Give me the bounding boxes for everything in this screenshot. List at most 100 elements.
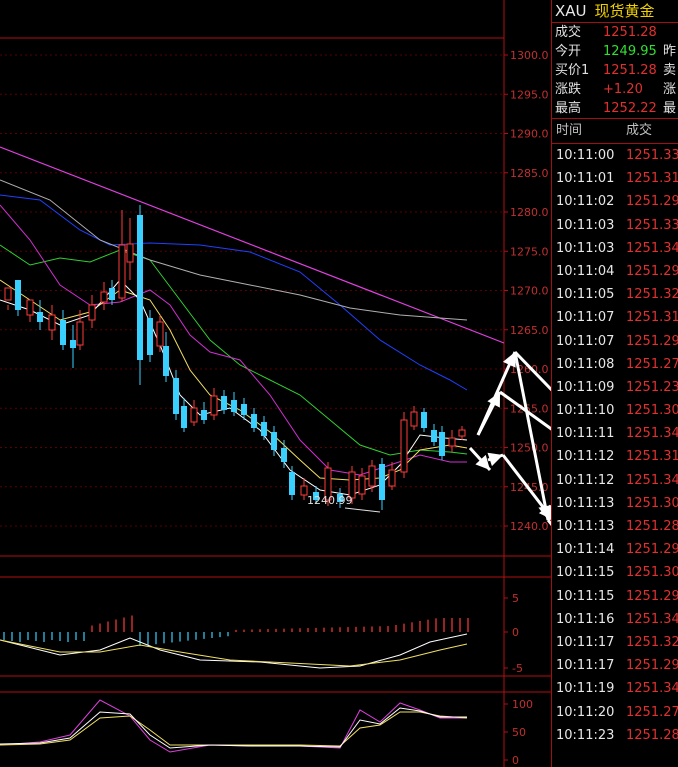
candle-body-up [190, 407, 198, 423]
trade-price: 1251.29 [626, 194, 678, 210]
price-tick-label: 1290.0 [510, 128, 549, 141]
quote-summary: 成交 1251.28 今开 1249.95 昨买价1 1251.28 卖涨跌 +1.20 涨最高… [552, 23, 678, 119]
trade-row[interactable]: 10:11:15 1251.30 [552, 561, 678, 584]
trade-row[interactable]: 10:11:13 1251.30 [552, 492, 678, 515]
trade-price: 1251.34 [626, 426, 678, 442]
trade-row[interactable]: 10:11:12 1251.31 [552, 445, 678, 468]
quote-label-secondary: 昨 [663, 44, 677, 59]
trade-row[interactable]: 10:11:03 1251.33 [552, 214, 678, 237]
trade-row[interactable]: 10:11:14 1251.29 [552, 538, 678, 561]
kdj-tick-label: 0 [512, 754, 519, 767]
candle-body-down [70, 340, 76, 348]
kdj-tick-label: 50 [512, 726, 526, 739]
kline-chart-area[interactable]: 1300.0 1295.0 1290.0 1285.0 1280.0 1275.0 1270… [0, 0, 551, 767]
price-tick-label: 1300.0 [510, 49, 549, 62]
trade-price: 1251.23 [626, 379, 678, 395]
quote-value: 1251.28 [603, 63, 657, 78]
trade-time: 10:11:17 [556, 634, 615, 650]
candle-body-down [439, 432, 445, 456]
quote-label: 今开 [555, 44, 582, 59]
trade-row[interactable]: 10:11:12 1251.34 [552, 469, 678, 492]
trade-row[interactable]: 10:11:15 1251.29 [552, 585, 678, 608]
trade-time: 10:11:10 [556, 403, 615, 419]
trade-price: 1251.29 [626, 658, 678, 674]
trades-list[interactable]: 10:11:00 1251.33 10:11:01 1251.31 10:11:02 12… [552, 144, 678, 747]
trade-time: 10:11:00 [556, 148, 615, 163]
candle-body-up [388, 469, 396, 487]
trade-row[interactable]: 10:11:17 1251.32 [552, 631, 678, 654]
trade-row[interactable]: 10:11:07 1251.29 [552, 330, 678, 353]
kdj-d-line [0, 711, 468, 747]
quote-value: 1251.28 [603, 25, 657, 40]
trade-row[interactable]: 10:11:03 1251.34 [552, 237, 678, 260]
low-marker-line [344, 507, 381, 513]
candle-body-down [431, 430, 437, 442]
trade-price: 1251.27 [626, 356, 678, 372]
trade-price: 1251.33 [626, 148, 678, 163]
candle-body-up [26, 299, 34, 316]
symbol-code: XAU [555, 2, 587, 20]
trade-row[interactable]: 10:11:07 1251.31 [552, 306, 678, 329]
trade-row[interactable]: 10:11:01 1251.31 [552, 167, 678, 190]
candle-body-down [15, 280, 21, 310]
quote-label: 买价1 [555, 63, 590, 78]
trades-header-time: 时间 [556, 123, 583, 138]
trade-time: 10:11:05 [556, 287, 615, 303]
candle-body-up [76, 321, 84, 346]
candle-body-up [100, 291, 108, 303]
trade-row[interactable]: 10:11:05 1251.32 [552, 283, 678, 306]
trend-line [0, 146, 505, 344]
trade-price: 1251.34 [626, 240, 678, 256]
trade-time: 10:11:02 [556, 194, 615, 210]
trade-row[interactable]: 10:11:11 1251.34 [552, 422, 678, 445]
trade-row[interactable]: 10:11:08 1251.27 [552, 353, 678, 376]
trade-row[interactable]: 10:11:02 1251.29 [552, 190, 678, 213]
trade-row[interactable]: 10:11:09 1251.23 [552, 376, 678, 399]
candle-body-up [126, 243, 134, 263]
candle-body-up [156, 321, 164, 347]
candle-body-down [271, 432, 277, 450]
trade-row[interactable]: 10:11:00 1251.33 [552, 144, 678, 167]
trade-row[interactable]: 10:11:10 1251.30 [552, 399, 678, 422]
candle-body-down [163, 346, 169, 376]
price-tick-label: 1295.0 [510, 88, 549, 101]
trade-price: 1251.30 [626, 403, 678, 419]
price-tick-label: 1280.0 [510, 206, 549, 219]
macd-tick-label: 0 [512, 626, 519, 639]
trade-time: 10:11:20 [556, 704, 615, 720]
candle-body-down [231, 400, 237, 412]
trade-time: 10:11:01 [556, 171, 615, 187]
candle-body-up [4, 287, 12, 301]
candle-body-up [88, 304, 96, 321]
candle-body-up [448, 437, 456, 447]
macd-tick-label: 5 [512, 592, 519, 605]
trade-time: 10:11:19 [556, 681, 615, 697]
trade-price: 1251.30 [626, 565, 678, 581]
candle-body-down [241, 404, 247, 415]
quote-value: +1.20 [603, 82, 643, 97]
trade-row[interactable]: 10:11:19 1251.34 [552, 677, 678, 700]
trade-price: 1251.31 [626, 171, 678, 187]
symbol-header: XAU 现货黄金 [552, 0, 678, 23]
trade-time: 10:11:03 [556, 240, 615, 256]
trade-row[interactable]: 10:11:13 1251.28 [552, 515, 678, 538]
kdj-tick-label: 100 [512, 698, 533, 711]
annotation-arrow-head [487, 452, 503, 467]
trade-time: 10:11:08 [556, 356, 615, 372]
trade-price: 1251.32 [626, 634, 678, 650]
kline-chart-canvas[interactable]: 1300.0 1295.0 1290.0 1285.0 1280.0 1275.0 1270… [0, 0, 551, 767]
candle-body-up [118, 244, 126, 299]
trade-row[interactable]: 10:11:17 1251.29 [552, 654, 678, 677]
quote-label: 涨跌 [555, 82, 582, 97]
trade-row[interactable]: 10:11:04 1251.29 [552, 260, 678, 283]
kdj-j-line [0, 699, 467, 753]
trade-price: 1251.27 [626, 704, 678, 720]
trade-time: 10:11:07 [556, 333, 615, 349]
trade-row[interactable]: 10:11:16 1251.34 [552, 608, 678, 631]
trade-time: 10:11:13 [556, 519, 615, 534]
trade-row[interactable]: 10:11:20 1251.27 [552, 701, 678, 724]
trade-time: 10:11:12 [556, 472, 615, 488]
trade-row[interactable]: 10:11:23 1251.28 [552, 724, 678, 747]
candle-body-down [379, 464, 385, 500]
candle-body-down [60, 320, 66, 345]
